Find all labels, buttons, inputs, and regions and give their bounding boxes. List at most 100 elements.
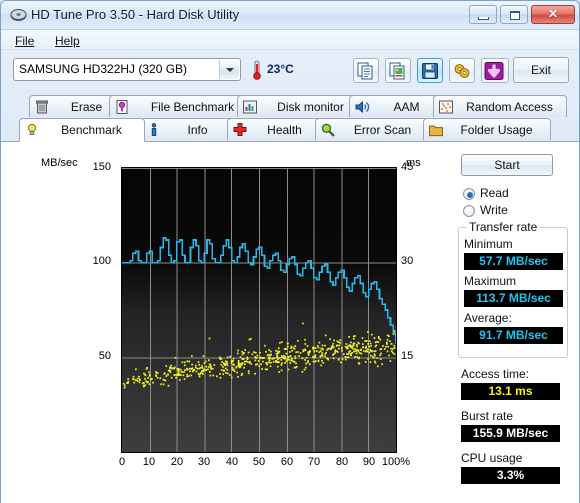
drive-select[interactable]: SAMSUNG HD322HJ (320 GB)	[13, 58, 241, 81]
benchmark-panel: MB/sec ms 150 100 50 45 30 15 0 10 20 30…	[1, 142, 579, 503]
xtick-60: 60	[280, 456, 294, 468]
xtick-20: 20	[170, 456, 184, 468]
save-button[interactable]	[417, 58, 443, 83]
tab-bar: Erase File Benchmark Disk monitor AAM Ra…	[1, 94, 579, 142]
transfer-rate-title: Transfer rate	[466, 220, 541, 234]
title-bar: HD Tune Pro 3.50 - Hard Disk Utility ✕	[1, 1, 579, 30]
tab-aam[interactable]: AAM	[349, 95, 445, 117]
tab-benchmark-label: Benchmark	[61, 123, 122, 137]
tab-error-scan[interactable]: Error Scan	[315, 118, 431, 140]
y2tick-15: 15	[401, 350, 414, 362]
options-button[interactable]	[449, 58, 475, 83]
minimum-label: Minimum	[464, 237, 513, 251]
xtick-40: 40	[225, 456, 239, 468]
chart-plot-area	[121, 167, 397, 453]
xtick-70: 70	[307, 456, 321, 468]
tab-info[interactable]: Info	[141, 118, 235, 140]
maximum-value: 113.7 MB/sec	[464, 290, 563, 307]
copy-image-button[interactable]	[385, 58, 411, 83]
cpu-usage-value: 3.3%	[461, 467, 560, 484]
menu-file[interactable]: File	[9, 33, 40, 49]
bar-chart-icon	[243, 100, 257, 113]
random-access-icon	[439, 100, 453, 113]
purple-down-arrow-icon	[484, 62, 504, 80]
xtick-50: 50	[252, 456, 266, 468]
bulb-icon	[27, 123, 37, 135]
maximize-button[interactable]	[500, 5, 528, 24]
cpu-usage-label: CPU usage	[461, 451, 523, 465]
drive-select-value: SAMSUNG HD322HJ (320 GB)	[19, 62, 188, 76]
window-title: HD Tune Pro 3.50 - Hard Disk Utility	[31, 7, 240, 22]
maximum-label: Maximum	[464, 274, 517, 288]
tab-health-label: Health	[267, 122, 302, 137]
xtick-80: 80	[335, 456, 349, 468]
copy-image-icon	[389, 62, 405, 80]
tab-info-label: Info	[187, 122, 208, 137]
folder-icon	[429, 125, 443, 136]
menu-help[interactable]: Help	[49, 33, 86, 49]
minimize-icon	[478, 17, 489, 20]
xtick-10: 10	[142, 456, 156, 468]
tab-random-access-label: Random Access	[466, 99, 553, 114]
trash-icon	[36, 100, 48, 113]
tab-folder-usage-label: Folder Usage	[460, 122, 533, 137]
radio-write-dot	[463, 205, 475, 217]
download-button[interactable]	[481, 58, 509, 83]
copy-text-button[interactable]	[353, 58, 379, 83]
gold-gear-icon	[454, 64, 470, 78]
access-time-value: 13.1 ms	[461, 383, 560, 400]
app-window: HD Tune Pro 3.50 - Hard Disk Utility ✕ F…	[0, 0, 580, 503]
tab-disk-monitor[interactable]: Disk monitor	[237, 95, 365, 117]
health-cross-icon	[233, 122, 247, 136]
radio-read-dot	[463, 188, 475, 200]
ytick-100: 100	[92, 255, 111, 267]
average-value: 91.7 MB/sec	[464, 327, 563, 344]
info-icon	[151, 122, 157, 136]
tab-error-scan-label: Error Scan	[353, 122, 412, 137]
magnifier-icon	[321, 123, 335, 137]
y2tick-45: 45	[401, 161, 414, 173]
menu-help-label: Help	[55, 34, 80, 48]
window-controls: ✕	[469, 5, 575, 24]
y2tick-30: 30	[401, 255, 414, 267]
menu-file-label: File	[15, 34, 35, 48]
xtick-90: 90	[362, 456, 376, 468]
burst-rate-value: 155.9 MB/sec	[461, 425, 560, 442]
tab-file-benchmark[interactable]: File Benchmark	[109, 95, 257, 117]
minimize-button[interactable]	[469, 5, 497, 24]
disk-icon	[10, 9, 27, 21]
access-time-label: Access time:	[461, 367, 530, 381]
burst-rate-label: Burst rate	[461, 409, 514, 423]
ytick-50: 50	[98, 350, 111, 362]
floppy-save-icon	[422, 63, 438, 79]
copy-text-icon	[357, 62, 373, 80]
benchmark-chart: MB/sec ms 150 100 50 45 30 15 0 10 20 30…	[15, 156, 445, 486]
chevron-down-icon[interactable]	[219, 60, 239, 79]
file-benchmark-icon	[116, 99, 128, 114]
maximize-icon	[510, 11, 520, 20]
thermometer-icon	[253, 60, 261, 80]
minimum-value: 57.7 MB/sec	[464, 253, 563, 270]
tab-health[interactable]: Health	[227, 118, 323, 140]
start-button[interactable]: Start	[461, 154, 553, 176]
temperature-value: 23°C	[267, 62, 294, 76]
xtick-0: 0	[118, 456, 126, 468]
tab-benchmark[interactable]: Benchmark	[19, 118, 145, 142]
average-label: Average:	[464, 311, 512, 325]
xtick-30: 30	[197, 456, 211, 468]
results-panel: Start Read Write Transfer rate Minimum 5…	[456, 150, 572, 495]
radio-read-label: Read	[480, 186, 509, 200]
toolbar: SAMSUNG HD322HJ (320 GB) 23°C Exit	[1, 51, 579, 93]
exit-button[interactable]: Exit	[513, 57, 569, 83]
radio-write-label: Write	[480, 203, 508, 217]
tab-random-access[interactable]: Random Access	[433, 95, 567, 117]
close-button[interactable]: ✕	[531, 5, 575, 24]
chart-ylabel: MB/sec	[41, 157, 78, 169]
tab-folder-usage[interactable]: Folder Usage	[423, 118, 551, 140]
ytick-150: 150	[92, 161, 111, 173]
speaker-icon	[355, 100, 370, 113]
close-icon: ✕	[547, 7, 559, 21]
transfer-rate-group: Transfer rate Minimum 57.7 MB/sec Maximu…	[458, 220, 568, 358]
menu-bar: File Help	[1, 30, 579, 50]
xtick-100: 100%	[381, 456, 411, 468]
